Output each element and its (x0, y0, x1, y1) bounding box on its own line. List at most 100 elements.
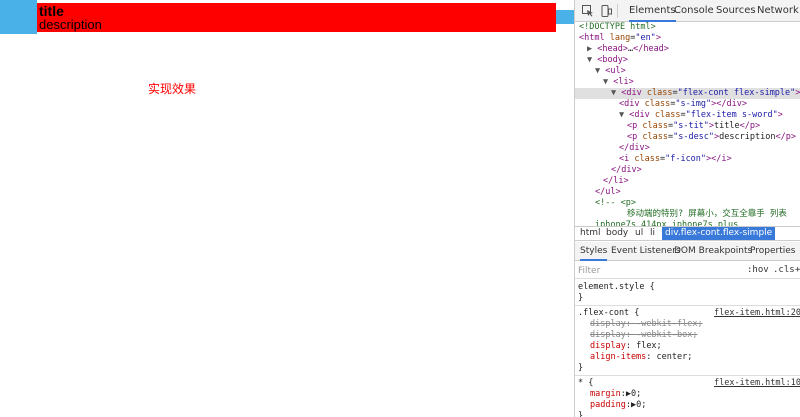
styles-pane: element.style { } .flex-cont { flex-item… (575, 280, 800, 417)
styles-filter-input[interactable] (578, 264, 728, 277)
rule-close: } (578, 363, 584, 373)
tag-open: <body> (597, 55, 628, 65)
rule-selector[interactable]: * { (578, 378, 593, 389)
attribute-value: "flex-cont flex-simple" (677, 88, 796, 98)
tab-network[interactable]: Network (757, 0, 799, 22)
attribute-name: class (642, 121, 668, 131)
dom-node[interactable]: </ul> (575, 187, 800, 198)
tag-open: <html (579, 33, 605, 43)
text-block: title description (37, 3, 556, 32)
dom-node[interactable]: <p class="s-desc">description</p> (575, 132, 800, 143)
attribute-name: class (634, 154, 660, 164)
dom-node[interactable]: <p class="s-tit">title</p> (575, 121, 800, 132)
attribute-name: lang (609, 33, 631, 43)
dom-node[interactable]: 移动端的特别? 屏幕小，交互全靠手 列表 (575, 209, 800, 220)
rule-source-link[interactable]: flex-item.html:10 (714, 378, 800, 389)
attribute-name: class (642, 132, 668, 142)
rule-divider (575, 375, 800, 376)
css-value: ▶0; (625, 389, 642, 399)
dom-node[interactable]: ▼ <li> (575, 77, 800, 88)
tab-styles[interactable]: Styles (580, 242, 608, 261)
disclosure-triangle-icon: ▼ (603, 77, 609, 87)
element-style-selector[interactable]: element.style { (578, 282, 655, 293)
devtools-tab-bar: Elements Console Sources Network (575, 0, 800, 22)
tab-sources[interactable]: Sources (716, 0, 756, 22)
disclosure-triangle-icon: ▼ (595, 66, 601, 76)
dom-node[interactable]: </li> (575, 176, 800, 187)
dom-node[interactable]: ▶ <head>…</head> (575, 44, 800, 55)
dom-node-selected[interactable]: ▼ <div class="flex-cont flex-simple"> ==… (575, 88, 800, 99)
breadcrumb-ul[interactable]: ul (632, 227, 646, 240)
tag-open: <li> (613, 77, 634, 87)
tag-open: <div (619, 99, 640, 109)
node-text: title (714, 121, 740, 131)
breadcrumb-html[interactable]: html (577, 227, 604, 240)
css-declaration[interactable]: display: -webkit-box; (590, 330, 698, 341)
breadcrumb-body[interactable]: body (603, 227, 631, 240)
device-toolbar-icon[interactable] (598, 3, 614, 19)
tag-open: </ul> (595, 187, 621, 197)
devtools-panel: Elements Console Sources Network <!DOCTY… (574, 0, 800, 417)
dom-node[interactable]: <i class="f-icon"></i> (575, 154, 800, 165)
disclosure-triangle-icon: ▶ (587, 44, 593, 54)
styles-filter-row: :hov .cls + (575, 262, 800, 279)
html-comment: 移动端的特别? 屏幕小，交互全靠手 列表 (627, 209, 787, 219)
css-declaration[interactable]: display: -webkit-flex; (590, 319, 703, 330)
tag-close: </head> (633, 44, 669, 54)
rule-source-link[interactable]: flex-item.html:20 (714, 308, 800, 319)
elements-tree[interactable]: <!DOCTYPE html> <html lang="en"> ▶ <head>…… (575, 22, 800, 226)
dom-node[interactable]: ▼ <div class="flex-item s-word"> (575, 110, 800, 121)
css-property: padding (590, 400, 626, 410)
css-declaration[interactable]: align-items: center; (590, 352, 692, 363)
css-value: center; (656, 352, 693, 362)
tab-event-listeners[interactable]: Event Listeners (611, 242, 681, 261)
tab-dom-breakpoints[interactable]: DOM Breakpoints (674, 242, 752, 261)
dom-node[interactable]: <div class="s-img"></div> (575, 99, 800, 110)
css-value: flex; (636, 341, 662, 351)
css-value: -webkit-box; (636, 330, 698, 340)
css-property: align-items (590, 352, 647, 362)
rule-divider (575, 305, 800, 306)
css-property: margin (590, 389, 621, 399)
attribute-value: "s-img" (675, 99, 712, 109)
tab-console[interactable]: Console (674, 0, 714, 22)
attribute-value: "f-icon" (665, 154, 707, 164)
hover-state-toggle[interactable]: :hov (747, 264, 769, 277)
dom-node[interactable]: </div> (575, 165, 800, 176)
dom-node[interactable]: ▼ <ul> (575, 66, 800, 77)
tag-open: <p (627, 132, 638, 142)
tag-close: </p> (775, 132, 796, 142)
tag-open: <head> (597, 44, 628, 54)
dom-node[interactable]: <!-- <p> (575, 198, 800, 209)
attribute-value: "s-desc" (673, 132, 715, 142)
dom-node[interactable]: </div> (575, 143, 800, 154)
rule-close: } (578, 411, 584, 417)
item-description: description (39, 17, 102, 32)
css-value: ▶0; (630, 400, 647, 410)
tag-close: </p> (739, 121, 761, 131)
tag-open: <div (629, 110, 650, 120)
dom-node[interactable]: <!DOCTYPE html> (575, 22, 800, 33)
new-rule-button[interactable]: + (795, 264, 800, 277)
rule-selector[interactable]: .flex-cont { (578, 308, 639, 319)
tag-open: </li> (603, 176, 629, 186)
dom-node[interactable]: <html lang="en"> (575, 33, 800, 44)
disclosure-triangle-icon: ▼ (587, 55, 593, 65)
attribute-value: "s-tit" (673, 121, 709, 131)
sidebar-tab-bar: Styles Event Listeners DOM Breakpoints P… (575, 242, 800, 261)
attribute-name: class (644, 99, 671, 109)
css-value: -webkit-flex; (636, 319, 703, 329)
tab-elements[interactable]: Elements (629, 0, 676, 22)
tag-open: <ul> (605, 66, 626, 76)
css-declaration[interactable]: padding:▶0; (590, 400, 646, 411)
dom-node[interactable]: ▼ <body> (575, 55, 800, 66)
class-toggle[interactable]: .cls (773, 264, 795, 277)
inspect-cursor-icon[interactable] (580, 3, 596, 19)
tab-properties[interactable]: Properties (750, 242, 795, 261)
attribute-value: "flex-item s-word" (685, 110, 778, 120)
css-declaration[interactable]: display: flex; (590, 341, 662, 352)
breadcrumb-selected-div[interactable]: div.flex-cont.flex-simple (662, 227, 776, 240)
css-declaration[interactable]: margin:▶0; (590, 389, 641, 400)
breadcrumb-li[interactable]: li (647, 227, 658, 240)
attribute-name: class (646, 88, 673, 98)
